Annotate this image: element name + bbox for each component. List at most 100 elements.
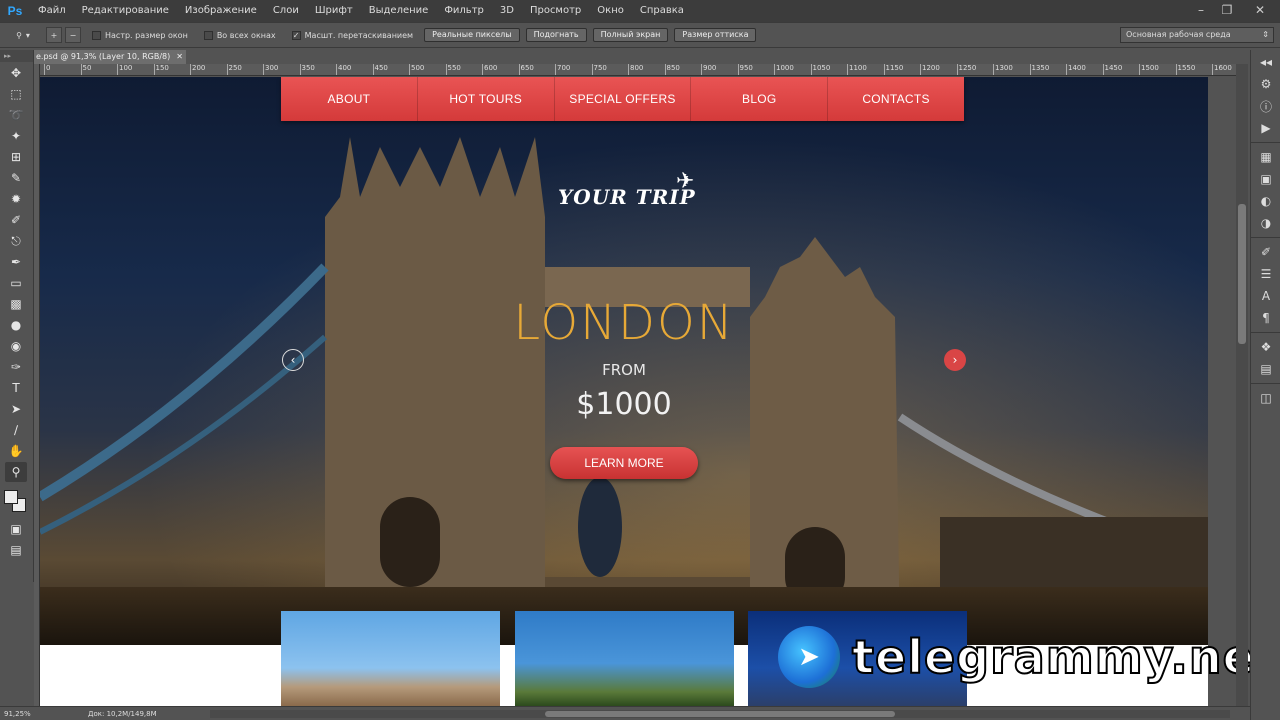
tour-thumbnail[interactable] [281,611,500,706]
menu-layers[interactable]: Слои [265,0,307,22]
color-swatches[interactable] [2,488,32,518]
path-select-tool-icon[interactable]: ➤ [5,399,27,419]
layers-panel-icon[interactable]: ◫ [1255,388,1277,408]
brush-panel-icon[interactable]: ✐ [1255,242,1277,262]
ruler-tick: 1150 [883,64,903,75]
line-tool-icon[interactable]: ∕ [5,420,27,440]
menu-select[interactable]: Выделение [361,0,437,22]
properties-panel-icon[interactable]: ⓘ [1255,96,1277,116]
ruler-tick: 800 [628,64,643,75]
ruler-tick: 350 [299,64,315,75]
menu-3d[interactable]: 3D [492,0,522,22]
menu-type[interactable]: Шрифт [307,0,361,22]
move-tool-icon[interactable]: ✥ [5,63,27,83]
zoom-tool-icon[interactable]: ⚲ [5,462,27,482]
learn-more-button[interactable]: LEARN MORE [550,447,698,479]
workspace-select[interactable]: Основная рабочая среда ⇕ [1120,27,1274,43]
swatches-panel-icon[interactable]: ▦ [1255,147,1277,167]
ruler-tick: 150 [153,64,169,75]
stamp-tool-icon[interactable]: ⎋ [5,231,27,251]
panel-collapse-handle[interactable]: ▸▸ [0,50,33,62]
marquee-tool-icon[interactable]: ⬚ [5,84,27,104]
menu-edit[interactable]: Редактирование [74,0,177,22]
brush-tool-icon[interactable]: ✐ [5,210,27,230]
zoom-level[interactable]: 91,25% [0,710,38,718]
restore-icon[interactable]: ❐ [1214,0,1240,20]
fit-screen-button[interactable]: Подогнать [525,28,587,42]
minimize-icon[interactable]: – [1188,0,1214,20]
chevron-down-icon: ▾ [25,30,30,40]
lasso-tool-icon[interactable]: ➰ [5,105,27,125]
tour-thumbnail[interactable] [515,611,734,706]
pen-tool-icon[interactable]: ✑ [5,357,27,377]
ruler-tick: 600 [482,64,497,75]
ruler-tick: 300 [263,64,278,75]
menu-image[interactable]: Изображение [177,0,265,22]
scrubby-zoom-checkbox[interactable]: ✓ Масшт. перетаскиванием [291,30,413,40]
quick-mask-icon[interactable]: ▣ [5,519,27,539]
vertical-scrollbar[interactable] [1236,64,1248,706]
document-tab[interactable]: e.psd @ 91,3% (Layer 10, RGB/8) ✕ [34,50,186,64]
nav-blog[interactable]: BLOG [691,77,829,121]
menu-help[interactable]: Справка [632,0,692,22]
all-windows-checkbox[interactable]: Во всех окнах [203,30,276,40]
zoom-out-icon[interactable]: − [65,27,81,43]
styles-panel-icon[interactable]: ▣ [1255,169,1277,189]
hand-tool-icon[interactable]: ✋ [5,441,27,461]
vertical-scroll-thumb[interactable] [1238,204,1246,344]
window-controls: – ❐ ✕ [1188,0,1280,22]
dodge-tool-icon[interactable]: ◉ [5,336,27,356]
clone-source-panel-icon[interactable]: ☰ [1255,264,1277,284]
history-brush-tool-icon[interactable]: ✒ [5,252,27,272]
paragraph-panel-icon[interactable]: ¶ [1255,308,1277,328]
fill-screen-button[interactable]: Полный экран [592,28,669,42]
document-size-info[interactable]: Док: 10,2M/149,8M [38,710,188,718]
adjustments-panel-icon[interactable]: ◑ [1255,213,1277,233]
dock-divider [1251,142,1280,143]
3d-panel-icon[interactable]: ❖ [1255,337,1277,357]
panel-collapse-handle[interactable]: ◂◂ [1255,52,1277,72]
blur-tool-icon[interactable]: ● [5,315,27,335]
timeline-panel-icon[interactable]: ▤ [1255,359,1277,379]
menu-filter[interactable]: Фильтр [436,0,492,22]
quick-select-tool-icon[interactable]: ✦ [5,126,27,146]
history-panel-icon[interactable]: ⚙ [1255,74,1277,94]
horizontal-scroll-thumb[interactable] [545,711,895,717]
screen-mode-icon[interactable]: ▤ [5,540,27,560]
menu-file[interactable]: Файл [30,0,74,22]
healing-tool-icon[interactable]: ✹ [5,189,27,209]
dock-divider [1251,383,1280,384]
type-tool-icon[interactable]: T [5,378,27,398]
horizontal-scrollbar[interactable] [210,710,1230,718]
character-panel-icon[interactable]: A [1255,286,1277,306]
color-panel-icon[interactable]: ◐ [1255,191,1277,211]
eyedropper-tool-icon[interactable]: ✎ [5,168,27,188]
ruler-tick: 1450 [1102,64,1122,75]
status-bar: 91,25% Док: 10,2M/149,8M [0,706,1250,720]
nav-special-offers[interactable]: SPECIAL OFFERS [555,77,692,121]
site-logo: YOUR TRIP [558,185,696,209]
ruler-tick: 1100 [847,64,867,75]
zoom-in-icon[interactable]: + [46,27,62,43]
actual-pixels-button[interactable]: Реальные пикселы [424,28,520,42]
options-bar: ⚲ ▾ + − Настр. размер окон Во всех окнах… [0,22,1280,48]
resize-windows-checkbox[interactable]: Настр. размер окон [92,30,188,40]
gradient-tool-icon[interactable]: ▩ [5,294,27,314]
nav-hot-tours[interactable]: HOT TOURS [418,77,555,121]
close-tab-icon[interactable]: ✕ [176,50,183,64]
menu-window[interactable]: Окно [589,0,632,22]
nav-about[interactable]: ABOUT [281,77,418,121]
crop-tool-icon[interactable]: ⊞ [5,147,27,167]
checkbox-box [203,30,213,40]
zoom-tool-preset[interactable]: ⚲ ▾ [0,23,46,47]
foreground-color-swatch[interactable] [4,490,18,504]
close-icon[interactable]: ✕ [1240,0,1280,20]
document-canvas[interactable]: ABOUT HOT TOURS SPECIAL OFFERS BLOG CONT… [40,77,1208,706]
menu-view[interactable]: Просмотр [522,0,589,22]
print-size-button[interactable]: Размер оттиска [674,28,757,42]
nav-contacts[interactable]: CONTACTS [828,77,964,121]
eraser-tool-icon[interactable]: ▭ [5,273,27,293]
actions-panel-icon[interactable]: ▶ [1255,118,1277,138]
workspace-label: Основная рабочая среда [1126,30,1231,39]
hero-from-label: FROM [602,361,646,379]
